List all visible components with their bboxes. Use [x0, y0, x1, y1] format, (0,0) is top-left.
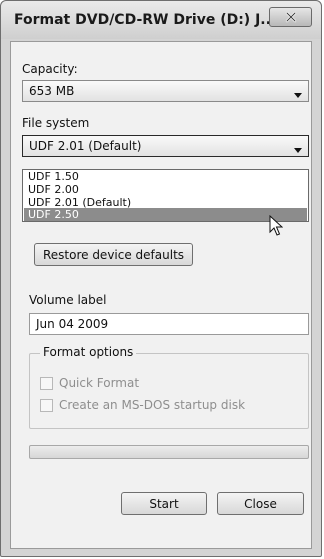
file-system-value: UDF 2.01 (Default)	[29, 139, 142, 153]
volume-label-value: Jun 04 2009	[36, 317, 109, 331]
volume-label-label: Volume label	[29, 293, 107, 307]
file-system-option-highlighted[interactable]: UDF 2.50	[24, 208, 307, 221]
file-system-dropdown-list: UDF 1.50 UDF 2.00 UDF 2.01 (Default) UDF…	[22, 169, 309, 222]
msdos-startup-option[interactable]: Create an MS-DOS startup disk	[40, 397, 245, 413]
format-options-group: Format options Quick Format Create an MS…	[29, 345, 309, 429]
format-options-title: Format options	[40, 345, 137, 359]
mouse-pointer-icon	[269, 214, 284, 241]
file-system-option[interactable]: UDF 1.50	[24, 170, 307, 183]
capacity-value: 653 MB	[29, 84, 75, 98]
file-system-option[interactable]: UDF 2.00	[24, 183, 307, 196]
restore-device-defaults-button[interactable]: Restore device defaults	[34, 243, 193, 266]
restore-device-defaults-label: Restore device defaults	[42, 247, 185, 262]
quick-format-label: Quick Format	[59, 376, 140, 390]
close-icon	[285, 8, 297, 27]
msdos-startup-checkbox[interactable]	[40, 398, 53, 412]
chevron-down-icon	[294, 143, 302, 157]
title-bar[interactable]: Format DVD/CD-RW Drive (D:) J...	[1, 1, 321, 39]
close-button[interactable]: Close	[217, 492, 304, 515]
volume-label-input[interactable]: Jun 04 2009	[29, 313, 309, 335]
quick-format-option[interactable]: Quick Format	[40, 375, 139, 391]
quick-format-checkbox[interactable]	[40, 376, 53, 390]
window-title: Format DVD/CD-RW Drive (D:) J...	[14, 12, 277, 28]
format-progress-bar	[29, 445, 309, 459]
format-dialog: Format DVD/CD-RW Drive (D:) J... Capacit…	[0, 0, 322, 557]
file-system-select[interactable]: UDF 2.01 (Default)	[22, 135, 309, 157]
msdos-startup-label: Create an MS-DOS startup disk	[59, 398, 246, 412]
close-window-button[interactable]	[269, 7, 312, 27]
file-system-label: File system	[22, 116, 90, 130]
start-button[interactable]: Start	[121, 492, 207, 515]
chevron-down-icon	[294, 88, 302, 102]
capacity-label: Capacity:	[22, 62, 78, 76]
capacity-select[interactable]: 653 MB	[22, 80, 309, 102]
close-button-label: Close	[244, 496, 277, 511]
start-button-label: Start	[149, 496, 179, 511]
